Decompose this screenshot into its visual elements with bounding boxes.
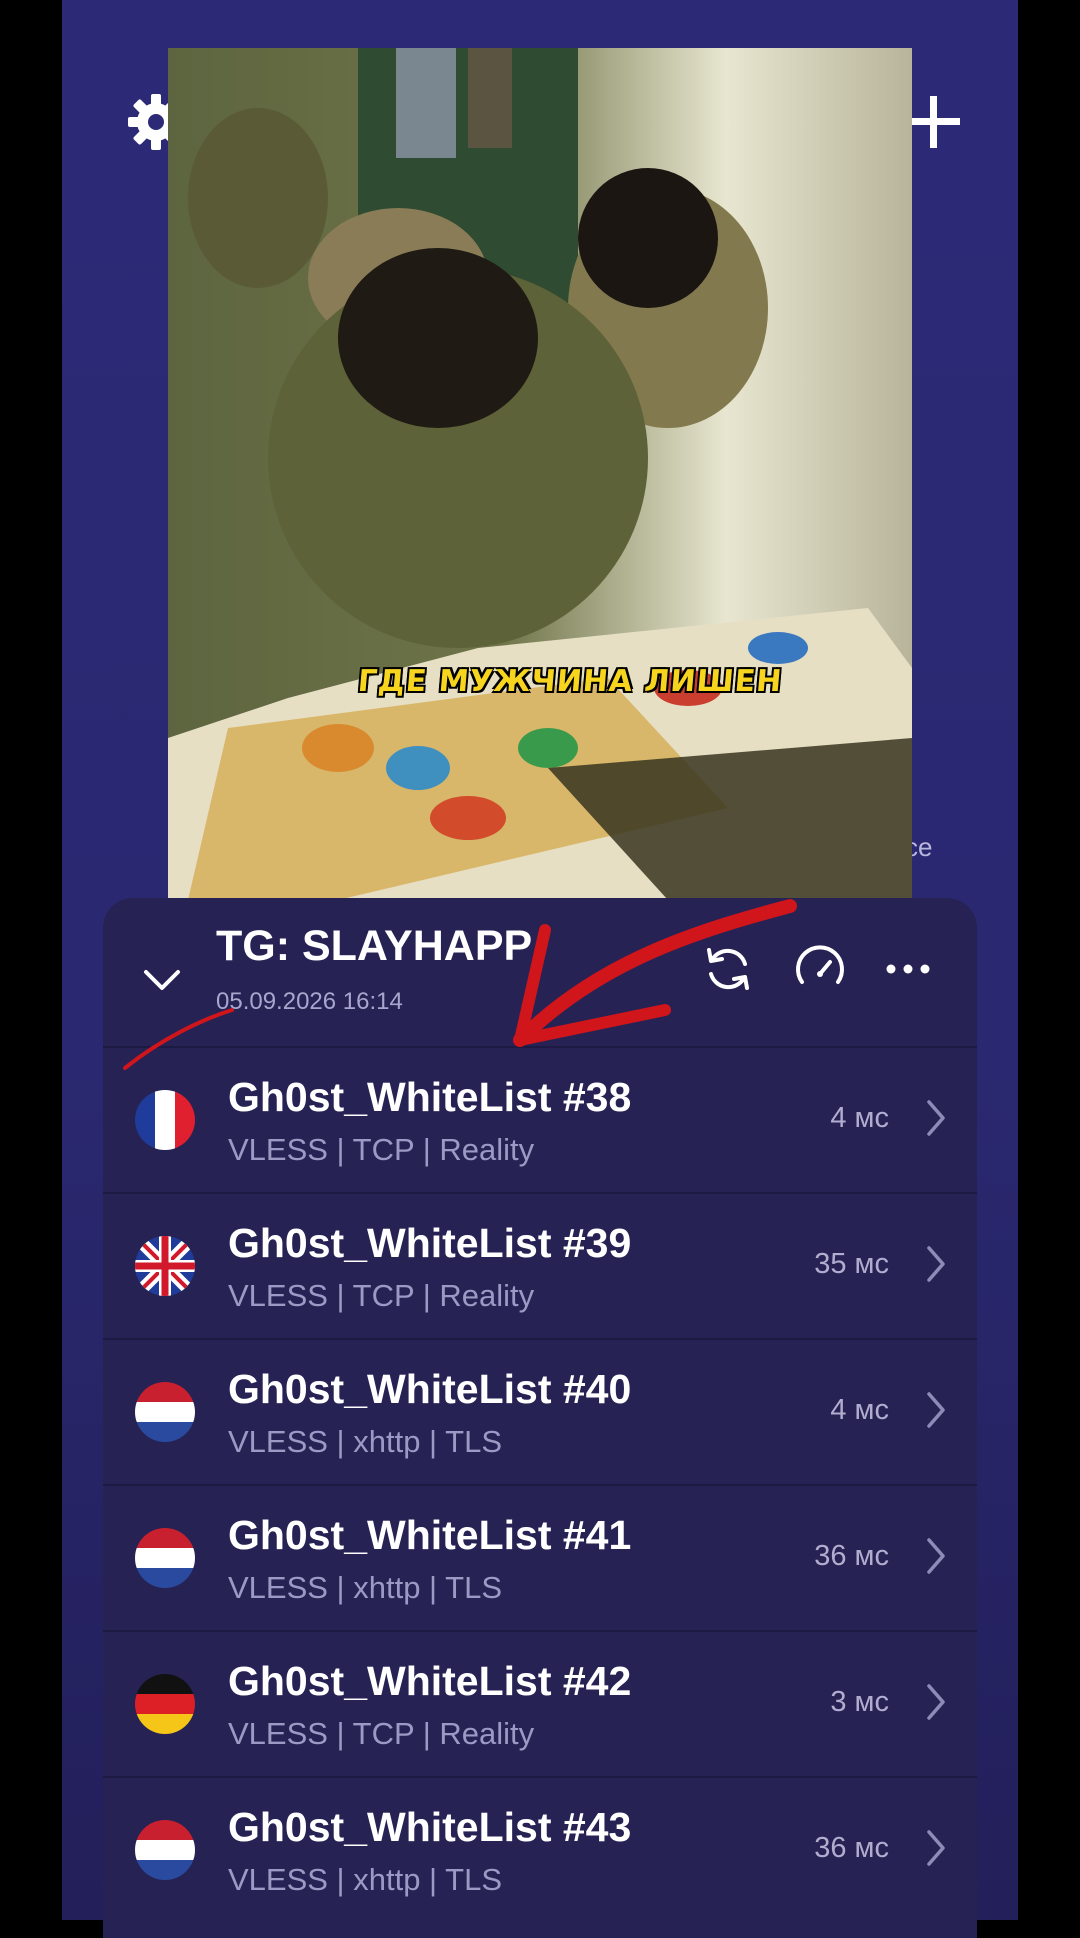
france-flag-icon <box>135 1090 195 1150</box>
server-name: Gh0st_WhiteList #38 <box>228 1074 632 1120</box>
plus-icon[interactable] <box>906 94 962 150</box>
server-protocol: VLESS | xhttp | TLS <box>228 1424 503 1459</box>
netherlands-flag-icon <box>135 1382 195 1442</box>
server-row[interactable]: Gh0st_WhiteList #40 VLESS | xhttp | TLS … <box>103 1338 977 1484</box>
server-name: Gh0st_WhiteList #42 <box>228 1658 632 1704</box>
chevron-right-icon[interactable] <box>925 1682 947 1722</box>
server-row[interactable]: Gh0st_WhiteList #41 VLESS | xhttp | TLS … <box>103 1484 977 1630</box>
chevron-right-icon[interactable] <box>925 1244 947 1284</box>
server-protocol: VLESS | TCP | Reality <box>228 1132 535 1167</box>
server-group-panel: TG: SLAYHAPP 05.09.2026 16:14 Gh0st_Whit… <box>103 898 977 1938</box>
chevron-right-icon[interactable] <box>925 1390 947 1430</box>
more-icon[interactable] <box>881 942 935 996</box>
server-name: Gh0st_WhiteList #39 <box>228 1220 632 1266</box>
server-row[interactable]: Gh0st_WhiteList #42 VLESS | TCP | Realit… <box>103 1630 977 1776</box>
server-protocol: VLESS | TCP | Reality <box>228 1716 535 1751</box>
video-overlay[interactable]: ГДЕ МУЖЧИНА ЛИШЕН <box>168 48 912 900</box>
ping-value: 36 мс <box>814 1832 889 1864</box>
speedometer-icon[interactable] <box>793 942 847 996</box>
chevron-right-icon[interactable] <box>925 1536 947 1576</box>
refresh-icon[interactable] <box>701 942 755 996</box>
ping-value: 36 мс <box>814 1540 889 1572</box>
server-name: Gh0st_WhiteList #41 <box>228 1512 632 1558</box>
netherlands-flag-icon <box>135 1528 195 1588</box>
germany-flag-icon <box>135 1674 195 1734</box>
server-row[interactable]: Gh0st_WhiteList #39 VLESS | TCP | Realit… <box>103 1192 977 1338</box>
server-name: Gh0st_WhiteList #43 <box>228 1804 632 1850</box>
server-protocol: VLESS | xhttp | TLS <box>228 1862 503 1897</box>
ping-value: 4 мс <box>830 1102 889 1134</box>
video-caption: ГДЕ МУЖЧИНА ЛИШЕН <box>356 664 784 699</box>
server-protocol: VLESS | TCP | Reality <box>228 1278 535 1313</box>
uk-flag-icon <box>135 1236 195 1296</box>
server-row[interactable]: Gh0st_WhiteList #38 VLESS | TCP | Realit… <box>103 1046 977 1192</box>
netherlands-flag-icon <box>135 1820 195 1880</box>
video-frame-image <box>168 48 912 900</box>
group-date: 05.09.2026 16:14 <box>216 988 403 1015</box>
ping-value: 3 мс <box>830 1686 889 1718</box>
chevron-right-icon[interactable] <box>925 1098 947 1138</box>
group-title: TG: SLAYHAPP <box>216 922 533 970</box>
ping-value: 35 мс <box>814 1248 889 1280</box>
ping-value: 4 мс <box>830 1394 889 1426</box>
chevron-right-icon[interactable] <box>925 1828 947 1868</box>
server-list: Gh0st_WhiteList #38 VLESS | TCP | Realit… <box>103 1046 977 1922</box>
group-header[interactable]: TG: SLAYHAPP 05.09.2026 16:14 <box>103 898 977 1046</box>
chevron-down-icon[interactable] <box>143 968 181 992</box>
server-row[interactable]: Gh0st_WhiteList #43 VLESS | xhttp | TLS … <box>103 1776 977 1922</box>
server-protocol: VLESS | xhttp | TLS <box>228 1570 503 1605</box>
server-name: Gh0st_WhiteList #40 <box>228 1366 632 1412</box>
